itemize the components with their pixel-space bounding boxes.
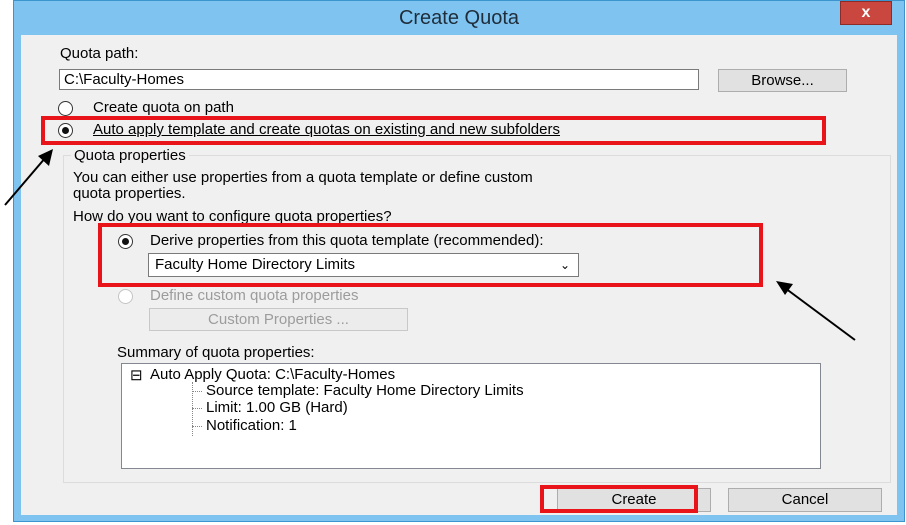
- quota-properties-group-label: Quota properties: [71, 147, 189, 164]
- summary-item: Source template: Faculty Home Directory …: [206, 382, 524, 399]
- close-button[interactable]: x: [840, 1, 892, 25]
- create-quota-on-path-radio[interactable]: [58, 101, 73, 116]
- tree-connector: [192, 408, 202, 409]
- quota-properties-description-line1: You can either use properties from a quo…: [73, 169, 533, 186]
- title-bar: Create Quota x: [14, 1, 904, 36]
- summary-root: Auto Apply Quota: C:\Faculty-Homes: [150, 366, 396, 383]
- tree-collapse-icon[interactable]: ⊟: [130, 366, 143, 384]
- cancel-button[interactable]: Cancel: [728, 488, 882, 512]
- quota-path-input[interactable]: C:\Faculty-Homes: [59, 69, 699, 90]
- summary-item: Notification: 1: [206, 417, 297, 434]
- quota-path-label: Quota path:: [60, 45, 139, 62]
- define-custom-properties-label: Define custom quota properties: [150, 287, 359, 304]
- annotation-box-derive-template: [98, 223, 763, 287]
- custom-properties-button[interactable]: Custom Properties ...: [149, 308, 408, 331]
- define-custom-properties-radio[interactable]: [118, 289, 133, 304]
- tree-connector: [192, 391, 202, 392]
- annotation-box-create: [540, 485, 698, 513]
- create-quota-on-path-label: Create quota on path: [93, 99, 234, 116]
- window-title: Create Quota: [398, 7, 520, 29]
- summary-tree[interactable]: ⊟ Auto Apply Quota: C:\Faculty-Homes Sou…: [121, 363, 821, 469]
- quota-properties-description-line2: quota properties.: [73, 185, 186, 202]
- annotation-box-auto-apply: [41, 116, 826, 145]
- tree-connector: [192, 426, 202, 427]
- browse-button[interactable]: Browse...: [718, 69, 847, 92]
- summary-label: Summary of quota properties:: [117, 344, 315, 361]
- summary-item: Limit: 1.00 GB (Hard): [206, 399, 348, 416]
